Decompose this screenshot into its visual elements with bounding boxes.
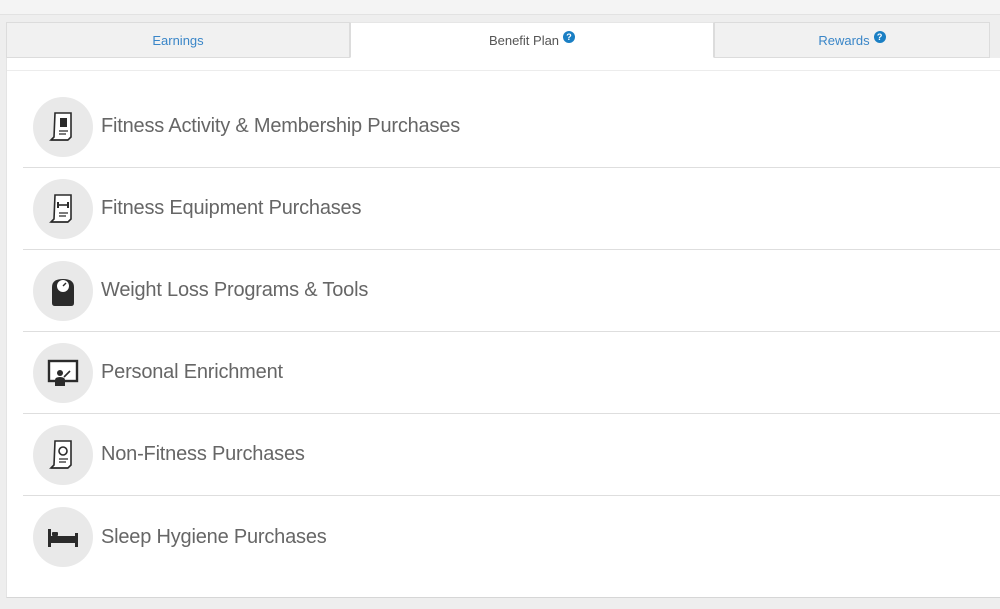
bed-icon	[33, 507, 93, 567]
category-label: Non-Fitness Purchases	[101, 443, 305, 465]
benefit-category-list: Fitness Activity & Membership Purchases …	[23, 86, 1000, 578]
tab-earnings-label: Earnings	[152, 32, 204, 48]
list-item-sleep-hygiene[interactable]: Sleep Hygiene Purchases	[23, 496, 1000, 578]
tab-benefit-plan[interactable]: Benefit Plan ?	[350, 22, 714, 58]
help-icon[interactable]: ?	[873, 31, 886, 43]
category-label: Fitness Activity & Membership Purchases	[101, 115, 460, 137]
help-icon[interactable]: ?	[563, 31, 576, 43]
scale-icon	[33, 260, 93, 321]
category-label: Sleep Hygiene Purchases	[101, 525, 327, 548]
top-strip	[0, 0, 1000, 15]
receipt-equipment-icon	[33, 178, 93, 239]
tab-earnings[interactable]: Earnings	[6, 22, 350, 58]
benefit-plan-panel: Fitness Activity & Membership Purchases …	[6, 58, 1000, 598]
list-item-fitness-activity[interactable]: Fitness Activity & Membership Purchases	[23, 86, 1000, 168]
list-item-personal-enrichment[interactable]: Personal Enrichment	[23, 332, 1000, 414]
category-label: Fitness Equipment Purchases	[101, 197, 362, 219]
tab-rewards-label: Rewards	[818, 32, 870, 48]
list-item-non-fitness[interactable]: Non-Fitness Purchases	[23, 414, 1000, 496]
tab-benefit-plan-label: Benefit Plan	[488, 32, 560, 48]
tab-bar: Earnings Benefit Plan ? Rewards ?	[6, 22, 990, 58]
category-label: Weight Loss Programs & Tools	[101, 279, 369, 301]
receipt-fitness-icon	[33, 96, 93, 157]
list-item-weight-loss[interactable]: Weight Loss Programs & Tools	[23, 250, 1000, 332]
receipt-generic-icon	[33, 424, 93, 485]
presentation-board-icon	[33, 342, 93, 403]
divider	[7, 70, 1000, 71]
tab-rewards[interactable]: Rewards ?	[714, 22, 990, 58]
category-label: Personal Enrichment	[101, 361, 283, 383]
list-item-fitness-equipment[interactable]: Fitness Equipment Purchases	[23, 168, 1000, 250]
